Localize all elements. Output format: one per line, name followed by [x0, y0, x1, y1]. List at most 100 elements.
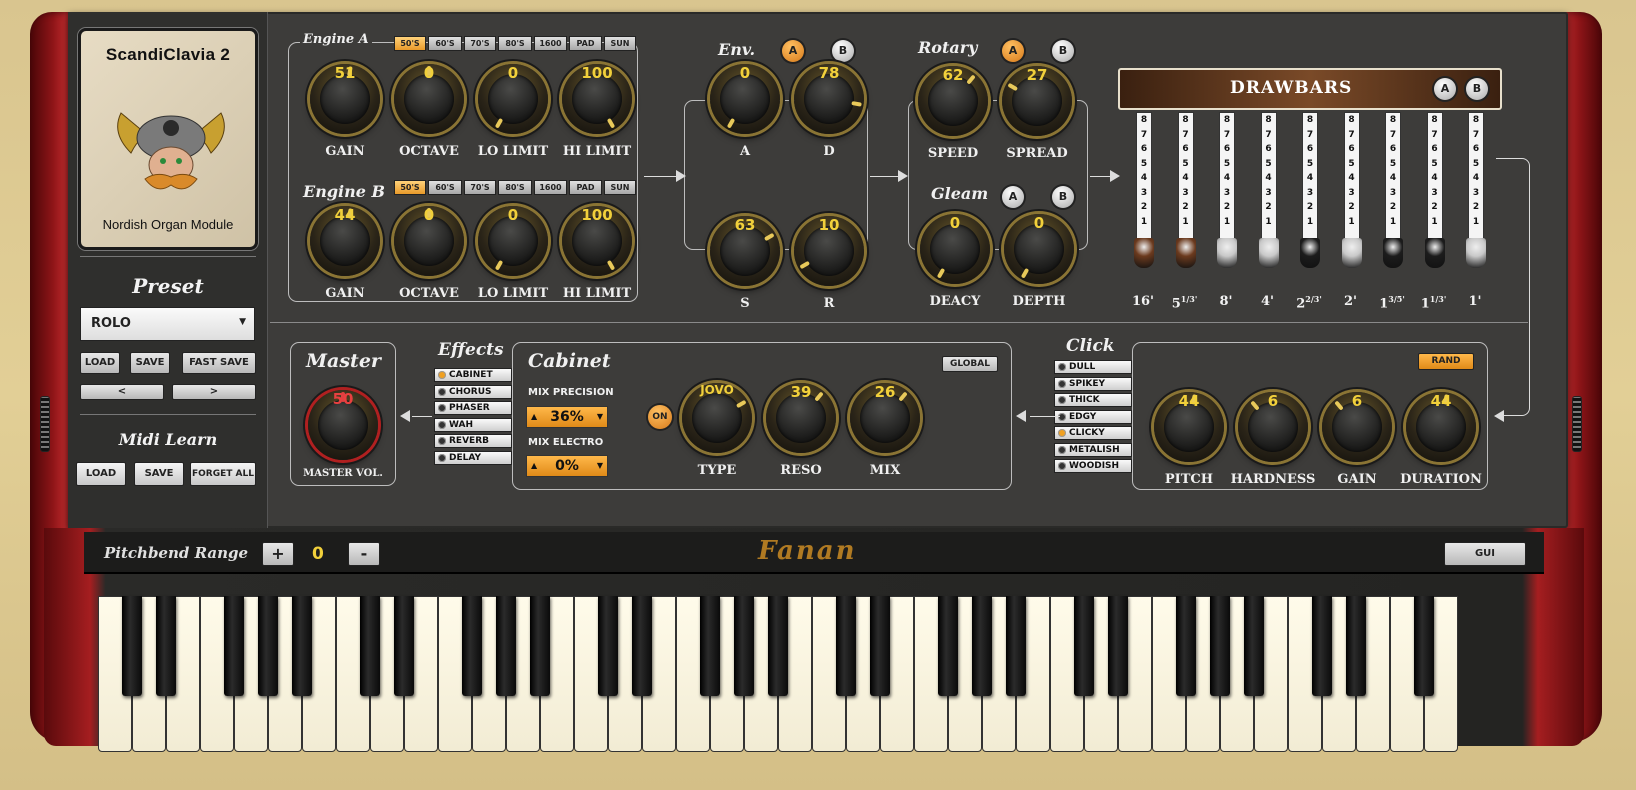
- black-key[interactable]: [700, 596, 720, 696]
- drawbar-handle-icon[interactable]: [1258, 238, 1279, 268]
- env-a-button[interactable]: A: [782, 40, 804, 62]
- gleam-deacy-knob[interactable]: 0: [920, 214, 990, 284]
- black-key[interactable]: [836, 596, 856, 696]
- black-key[interactable]: [972, 596, 992, 696]
- black-key[interactable]: [1346, 596, 1366, 696]
- engine-a-octave-knob[interactable]: 0: [394, 64, 464, 134]
- env-d-knob[interactable]: 78: [794, 64, 864, 134]
- rotary-spread-knob[interactable]: 27: [1002, 66, 1072, 136]
- drawbars-a-button[interactable]: A: [1434, 78, 1456, 100]
- engine-a-tag-50-s[interactable]: 50'S: [394, 36, 426, 51]
- black-key[interactable]: [156, 596, 176, 696]
- black-key[interactable]: [938, 596, 958, 696]
- drawbar-handle-icon[interactable]: [1383, 238, 1403, 268]
- gleam-b-button[interactable]: B: [1052, 186, 1074, 208]
- click-rand-button[interactable]: RAND: [1418, 353, 1474, 370]
- black-key[interactable]: [1176, 596, 1196, 696]
- rotary-a-button[interactable]: A: [1002, 40, 1024, 62]
- effect-item-chorus[interactable]: CHORUS: [434, 384, 512, 399]
- pitchbend-plus-button[interactable]: +: [262, 542, 294, 566]
- decrement-icon[interactable]: ▼: [597, 407, 603, 427]
- drawbar-3[interactable]: 8 7 6 5 4 3 2 1: [1217, 112, 1237, 268]
- click-hardness-knob[interactable]: 6: [1238, 392, 1308, 462]
- black-key[interactable]: [394, 596, 414, 696]
- black-key[interactable]: [768, 596, 788, 696]
- midi-save-button[interactable]: SAVE: [134, 462, 184, 486]
- effect-item-phaser[interactable]: PHASER: [434, 401, 512, 415]
- rotary-speed-knob[interactable]: 62: [918, 66, 988, 136]
- drawbar-5[interactable]: 8 7 6 5 4 3 2 1: [1300, 112, 1320, 268]
- cabinet-mix-knob[interactable]: 26: [850, 383, 920, 453]
- drawbar-handle-icon[interactable]: [1217, 238, 1237, 268]
- gleam-depth-knob[interactable]: 0: [1004, 214, 1074, 284]
- drawbar-handle-icon[interactable]: [1466, 238, 1486, 268]
- cabinet-on-toggle[interactable]: ON: [648, 405, 672, 429]
- gui-button[interactable]: GUI: [1444, 542, 1526, 566]
- black-key[interactable]: [1006, 596, 1026, 696]
- engine-a-gain-knob[interactable]: 51: [310, 64, 380, 134]
- increment-icon[interactable]: ▲: [531, 407, 537, 427]
- black-key[interactable]: [870, 596, 890, 696]
- drawbar-7[interactable]: 8 7 6 5 4 3 2 1: [1383, 112, 1403, 268]
- click-item-metalish[interactable]: METALISH: [1054, 442, 1132, 457]
- engine-b-octave-knob[interactable]: 0: [394, 206, 464, 276]
- engine-a-tag-1600[interactable]: 1600: [534, 36, 567, 51]
- black-key[interactable]: [598, 596, 618, 696]
- black-key[interactable]: [530, 596, 550, 696]
- engine-b-tag-60-s[interactable]: 60'S: [428, 180, 462, 195]
- env-b-button[interactable]: B: [832, 40, 854, 62]
- master-volume-knob[interactable]: 50: [308, 390, 378, 460]
- engine-a-lo-limit-knob[interactable]: 0: [478, 64, 548, 134]
- click-pitch-knob[interactable]: 44: [1154, 392, 1224, 462]
- engine-b-lo-limit-knob[interactable]: 0: [478, 206, 548, 276]
- black-key[interactable]: [734, 596, 754, 696]
- env-a-knob[interactable]: 0: [710, 64, 780, 134]
- drawbar-8[interactable]: 8 7 6 5 4 3 2 1: [1424, 112, 1445, 268]
- click-item-edgy[interactable]: EDGY: [1054, 409, 1132, 424]
- cabinet-global-button[interactable]: GLOBAL: [942, 356, 998, 372]
- click-item-thick[interactable]: THICK: [1054, 393, 1132, 407]
- rotary-b-button[interactable]: B: [1052, 40, 1074, 62]
- preset-prev-button[interactable]: <: [80, 384, 164, 400]
- drawbar-6[interactable]: 8 7 6 5 4 3 2 1: [1341, 112, 1362, 268]
- engine-a-tag-pad[interactable]: PAD: [569, 36, 602, 51]
- midi-forget-all-button[interactable]: FORGET ALL: [190, 462, 256, 486]
- engine-b-tag-sun[interactable]: SUN: [604, 180, 636, 195]
- effect-item-wah[interactable]: WAH: [434, 417, 512, 432]
- black-key[interactable]: [1210, 596, 1230, 696]
- engine-b-tag-50-s[interactable]: 50'S: [394, 180, 426, 195]
- engine-a-tag-80-s[interactable]: 80'S: [498, 36, 532, 51]
- drawbars-b-button[interactable]: B: [1466, 78, 1488, 100]
- click-gain-knob[interactable]: 6: [1322, 392, 1392, 462]
- black-key[interactable]: [258, 596, 278, 696]
- drawbar-1[interactable]: 8 7 6 5 4 3 2 1: [1134, 112, 1154, 268]
- engine-a-tag-sun[interactable]: SUN: [604, 36, 636, 51]
- engine-b-tag-70-s[interactable]: 70'S: [464, 180, 496, 195]
- drawbar-2[interactable]: 8 7 6 5 4 3 2 1: [1175, 112, 1196, 268]
- black-key[interactable]: [1074, 596, 1094, 696]
- mix-precision-stepper[interactable]: ▲ 36% ▼: [526, 406, 608, 428]
- engine-a-tag-70-s[interactable]: 70'S: [464, 36, 496, 51]
- engine-b-tag-80-s[interactable]: 80'S: [498, 180, 532, 195]
- engine-b-tag-1600[interactable]: 1600: [534, 180, 567, 195]
- click-item-woodish[interactable]: WOODISH: [1054, 459, 1132, 473]
- engine-b-gain-knob[interactable]: 44: [310, 206, 380, 276]
- increment-icon[interactable]: ▲: [531, 456, 537, 476]
- black-key[interactable]: [1312, 596, 1332, 696]
- drawbar-handle-icon[interactable]: [1341, 238, 1362, 268]
- effect-item-delay[interactable]: DELAY: [434, 450, 512, 465]
- black-key[interactable]: [632, 596, 652, 696]
- click-item-dull[interactable]: DULL: [1054, 360, 1132, 374]
- gleam-a-button[interactable]: A: [1002, 186, 1024, 208]
- drawbar-9[interactable]: 8 7 6 5 4 3 2 1: [1466, 112, 1486, 268]
- engine-b-tag-pad[interactable]: PAD: [569, 180, 602, 195]
- env-r-knob[interactable]: 10: [794, 216, 864, 286]
- black-key[interactable]: [224, 596, 244, 696]
- black-key[interactable]: [1244, 596, 1264, 696]
- black-key[interactable]: [292, 596, 312, 696]
- pitchbend-minus-button[interactable]: -: [348, 542, 380, 566]
- black-key[interactable]: [360, 596, 380, 696]
- effect-item-cabinet[interactable]: CABINET: [434, 368, 512, 382]
- drawbar-handle-icon[interactable]: [1424, 238, 1445, 268]
- preset-fast-save-button[interactable]: FAST SAVE: [182, 352, 256, 374]
